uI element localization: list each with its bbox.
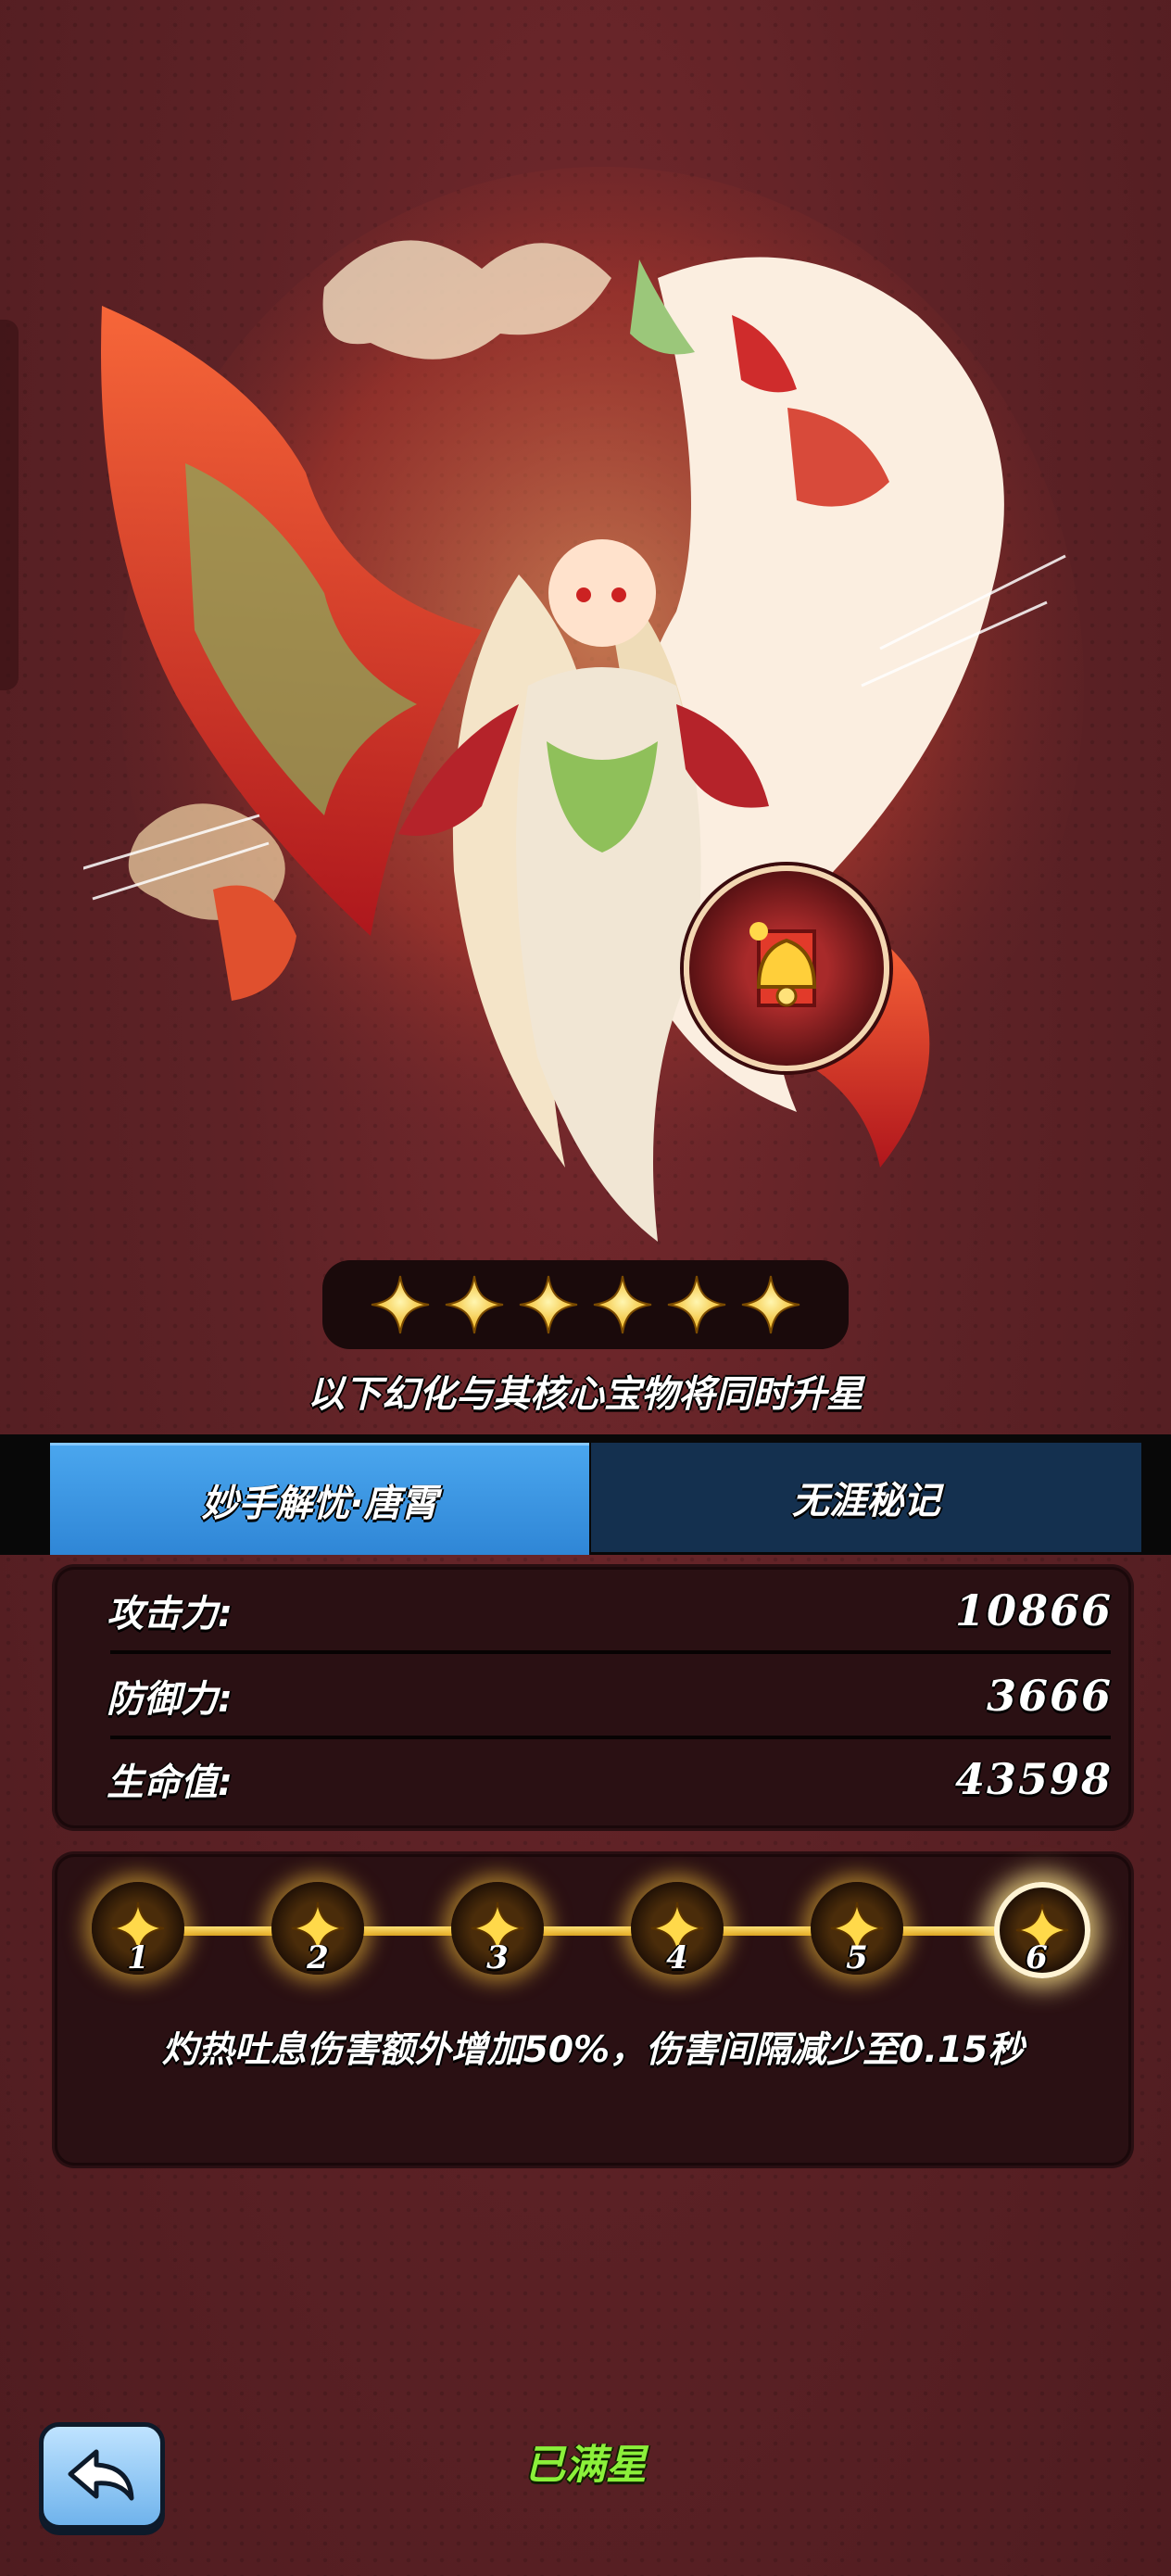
- side-drawer-handle[interactable]: [0, 320, 19, 690]
- stat-value: 10866: [954, 1585, 1113, 1635]
- stat-label: 生命值:: [107, 1762, 233, 1804]
- divider: [110, 1650, 1111, 1654]
- star-level-number: 2: [307, 1939, 329, 1976]
- divider: [110, 1736, 1111, 1739]
- upgrade-notice: 以下幻化与其核心宝物将同时升星: [308, 1373, 863, 1416]
- stat-label: 攻击力:: [107, 1593, 233, 1635]
- stat-value: 3666: [986, 1671, 1113, 1721]
- star-icon: [740, 1274, 801, 1335]
- star-levels-panel: 1 2 3 4 5 6 灼热吐息伤害额外增加50%，伤害间隔减少至0.15秒: [52, 1851, 1134, 2168]
- level-effect-description: 灼热吐息伤害额外增加50%，伤害间隔减少至0.15秒: [161, 2029, 1025, 2071]
- star-level-number: 3: [486, 1939, 509, 1976]
- star-icon: [592, 1274, 653, 1335]
- star-level-number: 1: [127, 1939, 149, 1976]
- bell-treasure-icon[interactable]: [684, 865, 889, 1071]
- tab-core-treasure[interactable]: 无涯秘记: [591, 1443, 1141, 1552]
- star-icon: [370, 1274, 431, 1335]
- star-icon: [666, 1274, 727, 1335]
- stat-row-hp: 生命值: 43598: [107, 1741, 1113, 1817]
- star-icon: [518, 1274, 579, 1335]
- stat-label: 防御力:: [107, 1678, 233, 1721]
- stats-panel: 攻击力: 10866 防御力: 3666 生命值: 43598: [52, 1564, 1134, 1831]
- star-icon: [444, 1274, 505, 1335]
- star-level-number: 6: [1026, 1939, 1048, 1976]
- hero-illustration: [83, 167, 1084, 1242]
- tab-hero-skin[interactable]: 妙手解忧·唐霄: [50, 1443, 589, 1555]
- stat-row-defense: 防御力: 3666: [107, 1658, 1113, 1734]
- stat-row-attack: 攻击力: 10866: [107, 1572, 1113, 1648]
- star-level-number: 4: [666, 1939, 688, 1976]
- max-star-status: 已满星: [524, 2442, 647, 2489]
- stat-value: 43598: [954, 1754, 1113, 1804]
- star-level-number: 5: [846, 1939, 868, 1976]
- star-rating-bar: [322, 1260, 849, 1349]
